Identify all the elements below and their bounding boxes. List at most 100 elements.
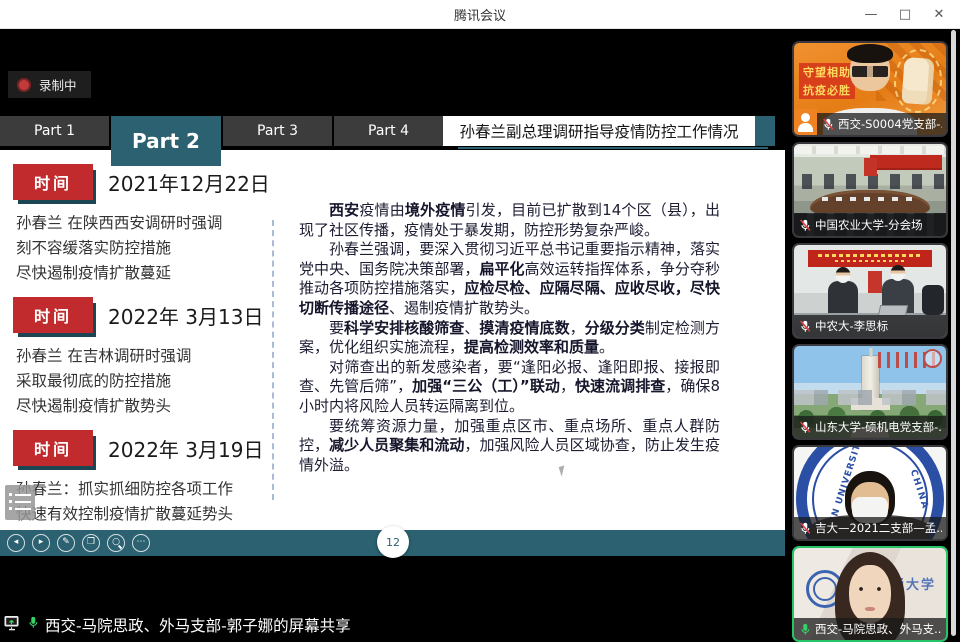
mic-muted-icon [798, 521, 812, 536]
timeline-line: 刻不容缓落实防控措施 [16, 236, 279, 261]
scene-layer [864, 158, 877, 176]
slide-title-underline [458, 147, 768, 149]
recording-label: 录制中 [39, 75, 77, 94]
timeline-line: 孙春兰 在吉林调研时强调 [16, 344, 279, 369]
scene-layer [796, 174, 944, 189]
mic-muted-icon [821, 117, 835, 132]
timeline-lines: 孙春兰 在吉林调研时强调采取最彻底的防控措施尽快遏制疫情扩散势头 [16, 344, 279, 419]
tab-part-1[interactable]: Part 1 [0, 116, 109, 146]
more-options-button[interactable]: ⋯ [132, 534, 150, 552]
slide-list-toggle-icon[interactable] [5, 485, 35, 520]
page-number-bubble[interactable]: 12 [377, 526, 409, 558]
mic-muted-icon [798, 218, 812, 233]
slide-tabs: Part 1Part 2Part 3Part 4 [0, 116, 445, 166]
scene-layer [849, 565, 891, 623]
avatar-icon [794, 109, 817, 135]
timeline-block: 时间 2022年 3月19日孙春兰：抓实抓细防控各项工作快速有效控制疫情扩散蔓延势… [13, 430, 279, 527]
participant-name: 吉大—2021二支部—孟... [815, 520, 942, 536]
timeline-header: 时间2021年12月22日 [13, 164, 279, 200]
window-title: 腾讯会议 [454, 5, 506, 24]
caption-mic-slot [26, 615, 40, 634]
participant-label: 吉大—2021二支部—孟... [794, 517, 946, 539]
scene-layer [870, 155, 942, 170]
timeline-lines: 孙春兰 在陕西西安调研时强调刻不容缓落实防控措施尽快遏制疫情扩散蔓延 [16, 211, 279, 286]
timeline-line: 孙春兰 在陕西西安调研时强调 [16, 211, 279, 236]
timeline-line: 采取最彻底的防控措施 [16, 369, 279, 394]
time-date: 2022年 3月19日 [108, 434, 263, 463]
participant-name: 山东大学-硕机电党支部-... [815, 419, 942, 435]
participant-tile[interactable]: 西安交通大学西交-马院思政、外马支... [792, 546, 948, 642]
participant-label: 中国农业大学-分会场 [794, 214, 946, 236]
content-paragraph: 要统筹资源力量，加强重点区市、重点场所、重点人群防控，减少人员聚集和流动，加强风… [299, 417, 720, 476]
close-button[interactable]: ✕ [922, 0, 956, 28]
mic-muted-icon [798, 319, 812, 334]
dashed-divider [272, 220, 274, 500]
time-date: 2022年 3月13日 [108, 301, 263, 330]
mic-on-icon [26, 615, 40, 630]
annotate-pen-button[interactable]: ✎ [57, 534, 75, 552]
tab-part-2[interactable]: Part 2 [111, 116, 221, 166]
participant-tile[interactable]: 守望相助抗疫必胜西交-S0004党支部-... [792, 41, 948, 137]
content-paragraph: 西安疫情由境外疫情引发，目前已扩散到14个区（县），出现了社区传播，疫情处于暴发… [299, 201, 720, 240]
minimize-button[interactable]: — [854, 0, 888, 28]
scene-layer [828, 281, 858, 315]
slide-content: 时间2021年12月22日孙春兰 在陕西西安调研时强调刻不容缓落实防控措施尽快遏… [0, 150, 785, 530]
participant-name: 西交-马院思政、外马支... [815, 621, 942, 637]
slides-panel-button[interactable]: ❐ [82, 534, 100, 552]
recording-indicator[interactable]: 录制中 [8, 71, 91, 98]
participant-label: 中农大-李思标 [794, 315, 946, 337]
timeline-line: 快速有效控制疫情扩散蔓延势头 [16, 502, 279, 527]
participants-sidebar: 守望相助抗疫必胜西交-S0004党支部-... 中国农业大学-分会场中农大-李思标… [785, 28, 960, 640]
sidebar-scrollbar[interactable] [951, 30, 956, 636]
participant-label: 山东大学-硕机电党支部-... [794, 416, 946, 438]
scene-layer [794, 146, 946, 154]
scene-layer [794, 390, 946, 405]
content-paragraph: 对筛查出的新发感染者，要“逢阳必报、逢阳即报、接报即查、先管后筛”，加强“三公（… [299, 358, 720, 417]
timeline-lines: 孙春兰：抓实抓细防控各项工作快速有效控制疫情扩散蔓延势头 [16, 477, 279, 527]
slide-title-cap [755, 116, 775, 146]
mic-muted-icon [798, 420, 812, 435]
tab-part-4[interactable]: Part 4 [334, 116, 443, 146]
participant-name: 中国农业大学-分会场 [815, 217, 923, 233]
timeline-block: 时间2021年12月22日孙春兰 在陕西西安调研时强调刻不容缓落实防控措施尽快遏… [13, 164, 279, 286]
participant-tile[interactable]: 中农大-李思标 [792, 243, 948, 339]
content-paragraph: 孙春兰强调，要深入贯彻习近平总书记重要指示精神，落实党中央、国务院决策部署，扁平… [299, 240, 720, 318]
timeline-line: 尽快遏制疫情扩散蔓延 [16, 261, 279, 286]
recording-dot-icon [17, 78, 31, 92]
scene-layer [808, 250, 932, 267]
time-badge: 时间 [13, 164, 93, 200]
participant-name: 中农大-李思标 [815, 318, 888, 334]
maximize-button[interactable]: □ [888, 0, 922, 28]
window-titlebar: 腾讯会议 — □ ✕ [0, 0, 960, 29]
window-controls: — □ ✕ [854, 0, 956, 28]
screen-share-icon [4, 615, 21, 635]
tab-part-3[interactable]: Part 3 [223, 116, 332, 146]
participant-label: 西交-马院思政、外马支... [794, 618, 946, 640]
caption-text: 西交-马院思政、外马支部-郭子娜的屏幕共享 [45, 614, 351, 636]
participant-tiles: 守望相助抗疫必胜西交-S0004党支部-... 中国农业大学-分会场中农大-李思标… [792, 41, 948, 642]
next-page-button[interactable]: ▸ [32, 534, 50, 552]
scene-layer [850, 49, 890, 91]
time-badge: 时间 [13, 430, 93, 466]
scene-layer [868, 271, 882, 293]
scene-layer [878, 352, 938, 368]
scene-layer [901, 57, 934, 105]
participant-tile[interactable]: JILIN UNIVERSITYCHINA吉大—2021二支部—孟... [792, 445, 948, 541]
mic-on-icon [798, 622, 812, 637]
main-text: 西安疫情由境外疫情引发，目前已扩散到14个区（县），出现了社区传播，疫情处于暴发… [299, 201, 720, 475]
zoom-button[interactable]: ○ [107, 534, 125, 552]
slide-title: 孙春兰副总理调研指导疫情防控工作情况 [443, 116, 755, 146]
prev-page-button[interactable]: ◂ [7, 534, 25, 552]
time-badge: 时间 [13, 297, 93, 333]
scene-layer: 守望相助 [799, 63, 855, 81]
timeline-line: 尽快遏制疫情扩散势头 [16, 394, 279, 419]
screen-share-caption: 西交-马院思政、外马支部-郭子娜的屏幕共享 [0, 611, 363, 638]
participant-tile[interactable]: 中国农业大学-分会场 [792, 142, 948, 238]
timeline-header: 时间 2022年 3月13日 [13, 297, 279, 333]
timeline: 时间2021年12月22日孙春兰 在陕西西安调研时强调刻不容缓落实防控措施尽快遏… [13, 164, 279, 538]
timeline-block: 时间 2022年 3月13日孙春兰 在吉林调研时强调采取最彻底的防控措施尽快遏制疫… [13, 297, 279, 419]
participant-name: 西交-S0004党支部-... [838, 116, 942, 132]
participant-tile[interactable]: 山东大学-硕机电党支部-... [792, 344, 948, 440]
content-paragraph: 要科学安排核酸筛查、摸清疫情底数，分级分类制定检测方案，优化组织实施流程，提高检… [299, 319, 720, 358]
scene-layer: 抗疫必胜 [799, 81, 855, 99]
